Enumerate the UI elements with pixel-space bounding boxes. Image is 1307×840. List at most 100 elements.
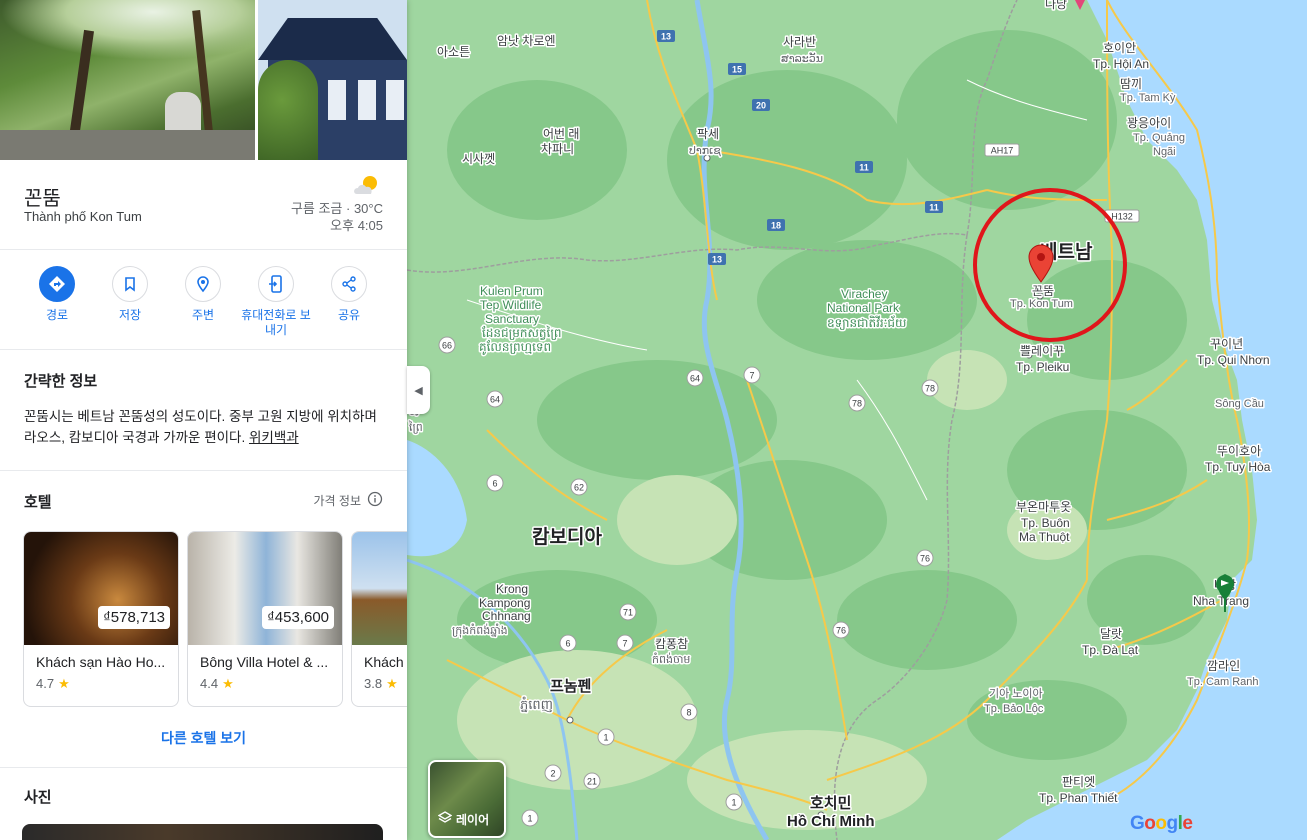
photo-thumbnail[interactable] xyxy=(22,824,383,840)
hotel-price: ₫578,713 xyxy=(98,606,170,629)
weather-info: 구름 조금 · 30°C 오후 4:05 xyxy=(291,200,383,234)
road-71: 71 xyxy=(623,608,633,618)
share-icon xyxy=(331,266,367,302)
hotel-card-3[interactable]: Khách 3.8 ★ xyxy=(351,531,407,707)
label-bmt1: Tp. Buôn xyxy=(1021,516,1070,530)
label-kulen2: Tep Wildlife xyxy=(480,298,542,312)
map-svg[interactable]: 13 15 20 11 18 13 11 AH17 H132 66 64 7 7… xyxy=(407,0,1307,840)
collapse-panel-button[interactable]: ◀ xyxy=(407,366,430,414)
road-6b: 6 xyxy=(565,639,570,649)
label-kulen4: ដែនជម្រកសត្វព្រៃ xyxy=(482,325,562,340)
hotel-name: Khách xyxy=(364,654,404,670)
quick-facts-body: 꼰뚬시는 베트남 꼰뚬성의 성도이다. 중부 고원 지방에 위치하며 라오스, … xyxy=(24,409,377,445)
place-title: 꼰뚬 xyxy=(24,188,61,210)
nearby-button[interactable]: 주변 xyxy=(166,266,240,323)
partly-cloudy-icon xyxy=(351,174,383,198)
chevron-left-icon: ◀ xyxy=(414,384,423,397)
more-hotels-link[interactable]: 다른 호텔 보기 xyxy=(0,728,407,748)
label-camranh-ko: 깜라인 xyxy=(1207,659,1240,673)
road-62: 62 xyxy=(574,483,584,493)
hotel-rating: 3.8 ★ xyxy=(364,676,398,692)
directions-label: 경로 xyxy=(45,308,69,322)
road-1b: 1 xyxy=(731,798,736,808)
label-kampongcham-km: កំពង់ចាម xyxy=(652,652,690,666)
road-64b: 64 xyxy=(490,395,500,405)
label-songcau: Sông Cầu xyxy=(1215,398,1264,410)
hotels-section: 호텔 가격 정보 ₫578,713 Khách sạn Hào Ho... 4.… xyxy=(0,472,407,768)
label-kulen3: Sanctuary xyxy=(485,312,539,326)
nearby-label: 주변 xyxy=(191,308,215,322)
hotel-price: ₫453,600 xyxy=(262,606,334,629)
road-78a: 78 xyxy=(925,384,935,394)
label-phanthiet-ko: 판티엣 xyxy=(1062,775,1095,789)
road-8: 8 xyxy=(686,708,691,718)
wikipedia-link[interactable]: 위키백과 xyxy=(249,430,299,445)
label-quangngai1: Tp. Quảng xyxy=(1133,132,1185,144)
label-siphandone: 시사껫 xyxy=(462,152,495,166)
save-button[interactable]: 저장 xyxy=(93,266,167,323)
local-time: 오후 4:05 xyxy=(330,218,383,233)
hotel-rating: 4.4 ★ xyxy=(200,676,234,692)
label-kontum-ko: 꼰뚬 xyxy=(1032,284,1054,298)
road-66: 66 xyxy=(442,341,452,351)
label-virachey1: Virachey xyxy=(841,287,887,301)
label-kulen5: គូលែនព្រហ្មទេព xyxy=(479,339,551,355)
label-krong2: Kampong xyxy=(479,596,530,610)
share-button[interactable]: 공유 xyxy=(312,266,386,323)
road-1a: 1 xyxy=(603,733,608,743)
hotel-card-1[interactable]: ₫578,713 Khách sạn Hào Ho... 4.7 ★ xyxy=(23,531,179,707)
road-13b: 13 xyxy=(712,255,722,265)
info-icon xyxy=(367,491,383,510)
label-pleiku: Tp. Pleiku xyxy=(1016,360,1069,374)
label-pp-km: ភ្នំពេញ xyxy=(520,696,553,713)
layers-icon xyxy=(437,811,453,828)
label-pakse-lo: ປາກເຊ xyxy=(689,145,721,157)
star-icon: ★ xyxy=(222,676,234,691)
hotel-photo xyxy=(352,532,407,645)
directions-button[interactable]: 경로 xyxy=(20,266,94,323)
label-salavan-ko: 사라반 xyxy=(783,35,816,49)
label-baoloc-ko: 기아 노이아 xyxy=(989,687,1043,700)
label-phanthiet: Tp. Phan Thiết xyxy=(1039,791,1118,805)
hotel-name: Bông Villa Hotel & ... xyxy=(200,654,329,670)
label-champasak-ko: 어번 래 xyxy=(543,127,579,141)
label-krong1: Krong xyxy=(496,582,528,596)
rating-value: 4.4 xyxy=(200,676,219,691)
road-1c: 1 xyxy=(527,814,532,824)
hotel-card-2[interactable]: ₫453,600 Bông Villa Hotel & ... 4.4 ★ xyxy=(187,531,343,707)
label-nhatrang: Nha Trang xyxy=(1193,594,1249,608)
hero-photo-main[interactable] xyxy=(0,0,255,160)
label-hoian: Tp. Hội An xyxy=(1093,57,1149,71)
road-13a: 13 xyxy=(661,32,671,42)
rating-value: 3.8 xyxy=(364,676,383,691)
bookmark-icon xyxy=(112,266,148,302)
layers-label-row: 레이어 xyxy=(437,811,489,828)
price-info-button[interactable]: 가격 정보 xyxy=(314,491,384,510)
label-virachey2: National Park xyxy=(827,301,900,315)
label-hcm: Hồ Chí Minh xyxy=(787,813,874,830)
label-sanamxay: 암낫 차로엔 xyxy=(497,34,556,48)
star-icon: ★ xyxy=(58,676,70,691)
label-quinhon: Tp. Qui Nhơn xyxy=(1197,353,1270,367)
hotel-name: Khách sạn Hào Ho... xyxy=(36,654,166,670)
hero-photo-secondary[interactable] xyxy=(258,0,407,160)
label-pleiku-ko: 쁠레이꾸 xyxy=(1020,344,1064,358)
map-canvas[interactable]: 13 15 20 11 18 13 11 AH17 H132 66 64 7 7… xyxy=(407,0,1307,840)
layers-button[interactable]: 레이어 xyxy=(428,760,506,838)
google-maps-window: 13 15 20 11 18 13 11 AH17 H132 66 64 7 7… xyxy=(0,0,1307,840)
label-krong4: ក្រុងកំពង់ឆ្នាំង xyxy=(452,623,508,638)
road-7b: 7 xyxy=(622,639,627,649)
road-76a: 76 xyxy=(920,554,930,564)
label-tuyhoa: Tp. Tuy Hòa xyxy=(1205,460,1271,474)
label-dalat: Tp. Đà Lạt xyxy=(1082,643,1139,657)
road-20: 20 xyxy=(756,101,766,111)
label-camranh: Tp. Cam Ranh xyxy=(1187,676,1259,688)
label-tuyhoa-ko: 뚜이호아 xyxy=(1217,444,1261,458)
send-to-phone-button[interactable]: 휴대전화로 보내기 xyxy=(239,266,313,338)
label-kampongcham-ko: 캄퐁참 xyxy=(655,637,688,651)
label-attopue: 아소튼 xyxy=(437,45,470,59)
photos-section: 사진 xyxy=(0,769,407,840)
label-hcm-ko: 호치민 xyxy=(810,795,851,812)
label-baoloc: Tp. Bảo Lộc xyxy=(984,703,1044,715)
hero-photos[interactable] xyxy=(0,0,407,160)
